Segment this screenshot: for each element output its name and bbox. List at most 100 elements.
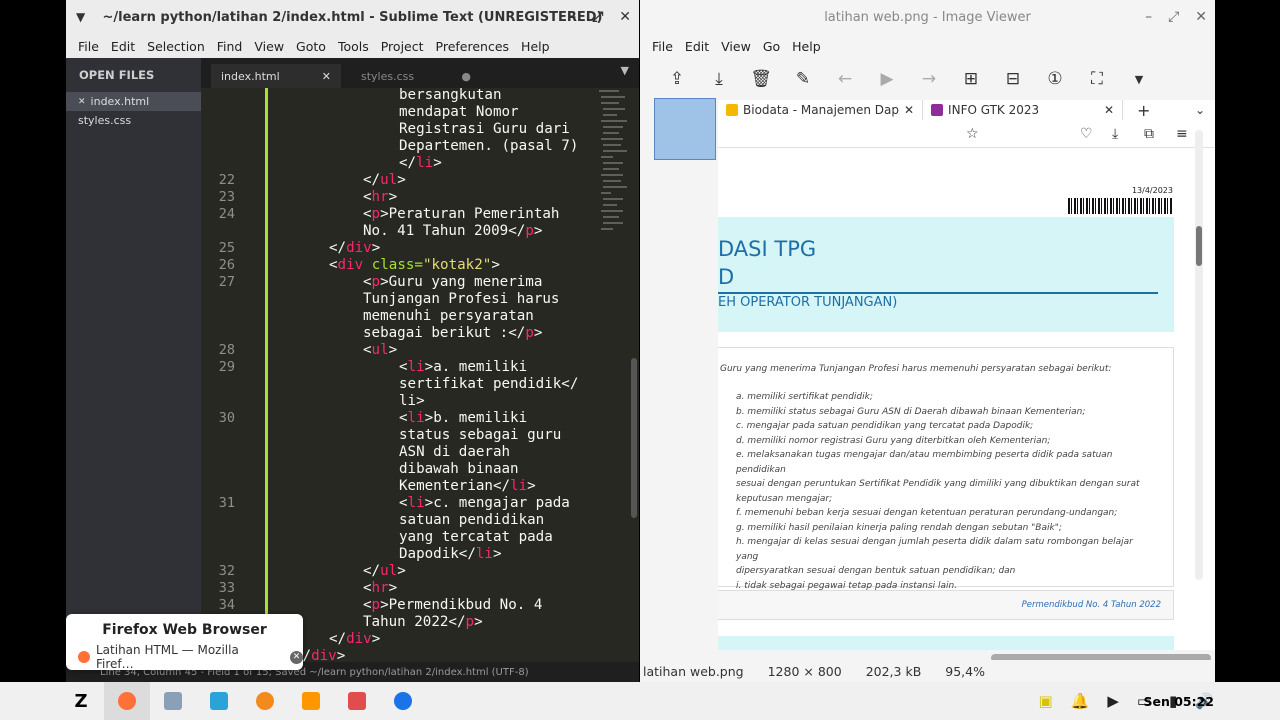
close-icon[interactable]: ✕ <box>1195 9 1207 25</box>
line-number: 25 <box>218 240 235 256</box>
doc-subheading: EH OPERATOR TUNJANGAN) <box>718 295 898 310</box>
viewer-menu-item[interactable]: Edit <box>679 39 715 54</box>
sub-menu-item[interactable]: File <box>72 39 105 54</box>
sub-menu-item[interactable]: View <box>248 39 290 54</box>
code-line: </ul> <box>363 172 406 188</box>
pocket-icon: ♡ <box>1080 125 1093 142</box>
editor-tabs: index.html ✕ styles.css ● ▼ <box>201 58 639 88</box>
line-number: 32 <box>218 563 235 579</box>
tab-close-icon[interactable]: ✕ <box>322 70 331 83</box>
line-number: 27 <box>218 274 235 290</box>
close-window-icon[interactable]: ✕ <box>290 650 303 664</box>
image-viewer-window: latihan web.png - Image Viewer – ⤢ ✕ Fil… <box>640 0 1215 682</box>
requirement-item: keputusan mengajar; <box>736 493 833 504</box>
code-line: Departemen. (pasal 7) <box>399 138 579 154</box>
sublime-taskbar-icon[interactable] <box>288 682 334 720</box>
code-line: <li>a. memiliki <box>399 359 528 375</box>
card-intro: Guru yang menerima Tunjangan Profesi har… <box>720 364 1112 374</box>
star-icon: ☆ <box>966 125 979 142</box>
code-line: Tahun 2022</p> <box>363 614 483 630</box>
tab-dropdown-icon[interactable]: ▼ <box>621 64 629 77</box>
doc-heading-1: DASI TPG <box>718 237 817 261</box>
sub-menu-item[interactable]: Goto <box>290 39 332 54</box>
viewer-titlebar: latihan web.png - Image Viewer – ⤢ ✕ <box>640 0 1215 34</box>
viewer-menu-item[interactable]: Go <box>757 39 786 54</box>
sub-menu-item[interactable]: Find <box>211 39 249 54</box>
image-canvas[interactable]: Biodata - Manajemen Dap ✕ INFO GTK 2023 ✕ … <box>718 100 1215 650</box>
forward-arrow-icon[interactable]: → <box>908 69 950 89</box>
zoom-out-icon[interactable]: ⊟ <box>992 69 1034 89</box>
tab-dirty-icon[interactable]: ● <box>461 70 471 83</box>
upload-icon[interactable]: ⇪ <box>656 69 698 89</box>
sub-menu-item[interactable]: Preferences <box>430 39 516 54</box>
save-icon[interactable]: ⤓ <box>698 69 740 89</box>
doc-heading-2: D <box>718 265 735 289</box>
maximize-icon[interactable]: ⤢ <box>1168 9 1179 25</box>
line-number: 24 <box>218 206 235 222</box>
viewer-menu-item[interactable]: File <box>646 39 679 54</box>
sync-taskbar-icon[interactable] <box>242 682 288 720</box>
tab-index-html[interactable]: index.html ✕ <box>211 64 341 88</box>
zoom-1-icon[interactable]: ① <box>1034 69 1076 89</box>
code-editor[interactable]: bersangkutan mendapat Nomor Registrasi Gur… <box>201 88 639 662</box>
trash-icon[interactable]: 🗑 <box>740 69 782 89</box>
code-line: </div> <box>329 240 381 256</box>
window-menu-icon[interactable]: ▼ <box>76 10 85 24</box>
code-line: yang tercatat pada <box>399 529 553 545</box>
sub-menu-item[interactable]: Tools <box>332 39 375 54</box>
store-taskbar-icon[interactable] <box>196 682 242 720</box>
browser-tab-biodata: Biodata - Manajemen Dap ✕ <box>718 100 924 120</box>
more-dropdown-icon[interactable]: ▼ <box>1118 73 1160 86</box>
viewer-menu-item[interactable]: View <box>715 39 757 54</box>
play-icon[interactable]: ▶ <box>866 69 908 89</box>
barcode <box>1068 198 1173 214</box>
clock[interactable]: Sen 05:22 <box>1143 694 1214 709</box>
sidebar-file-styles[interactable]: styles.css <box>66 111 201 130</box>
bell-icon[interactable]: 🔔 <box>1071 692 1090 710</box>
editor-scrollbar[interactable] <box>631 358 637 518</box>
edit-icon[interactable]: ✎ <box>782 69 824 89</box>
browser-urlbar: ☆ ♡ ⤓ ⧉ ≡ <box>718 120 1215 148</box>
sub-menu-item[interactable]: Selection <box>141 39 211 54</box>
close-icon[interactable]: ✕ <box>619 9 631 25</box>
code-line: sertifikat pendidik</ <box>399 376 579 392</box>
tab-styles-css[interactable]: styles.css ● <box>351 64 481 88</box>
minimize-icon[interactable]: – <box>1145 9 1152 25</box>
code-line: satuan pendidikan <box>399 512 545 528</box>
browser-taskbar-icon[interactable] <box>380 682 426 720</box>
thumbnail[interactable] <box>654 98 716 160</box>
browser-tab-gtk: INFO GTK 2023 ✕ <box>923 100 1124 120</box>
sub-menu-item[interactable]: Help <box>515 39 556 54</box>
right-margin <box>1215 0 1280 682</box>
code-line: bersangkutan <box>399 88 502 103</box>
sidebar-file-index[interactable]: ✕ index.html <box>66 92 201 111</box>
notes-icon[interactable]: ▣ <box>1038 692 1052 710</box>
divider <box>718 292 1158 294</box>
back-arrow-icon[interactable]: ← <box>824 69 866 89</box>
image-viewer-taskbar-icon[interactable] <box>334 682 380 720</box>
code-line: </li> <box>399 155 442 171</box>
image-vscroll[interactable] <box>1195 130 1203 580</box>
viewer-menu-item[interactable]: Help <box>786 39 827 54</box>
code-line: mendapat Nomor <box>399 104 519 120</box>
code-line: dibawah binaan <box>399 461 519 477</box>
files-taskbar-icon[interactable] <box>150 682 196 720</box>
sub-menu-item[interactable]: Edit <box>105 39 141 54</box>
status-dimensions: 1280 × 800 <box>767 663 842 679</box>
minimap[interactable] <box>597 88 629 248</box>
requirement-item: d. memiliki nomor registrasi Guru yang d… <box>736 435 1051 446</box>
sub-menu-item[interactable]: Project <box>375 39 430 54</box>
left-margin <box>0 0 66 682</box>
maximize-icon[interactable]: ⤢ <box>592 9 603 25</box>
fit-icon[interactable]: ⛶ <box>1076 69 1118 89</box>
requirement-item: c. mengajar pada satuan pendidikan yang … <box>736 421 1034 431</box>
zoom-in-icon[interactable]: ⊞ <box>950 69 992 89</box>
minimize-icon[interactable]: – <box>569 9 576 25</box>
firefox-taskbar-icon[interactable] <box>104 682 150 720</box>
camera-icon[interactable]: ▶ <box>1107 692 1119 710</box>
tooltip-window-item[interactable]: Latihan HTML — Mozilla Firef… ✕ <box>66 643 303 671</box>
app-menu-icon[interactable]: Z <box>58 682 104 720</box>
code-line: No. 41 Tahun 2009</p> <box>363 223 543 239</box>
code-line: ASN di daerah <box>399 444 511 460</box>
taskbar: Z ▣ 🔔 ▶ ▭ ▮ 🔊 Sen 05:22 <box>0 682 1280 720</box>
